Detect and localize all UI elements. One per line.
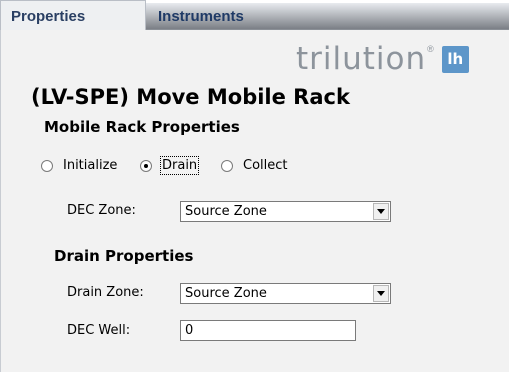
logo-registered-mark: ® <box>427 44 434 54</box>
page-title: (LV-SPE) Move Mobile Rack <box>31 85 350 109</box>
tab-properties[interactable]: Properties <box>0 0 146 30</box>
dec-zone-dropdown[interactable]: Source Zone <box>180 201 391 222</box>
dec-zone-label: DEC Zone: <box>67 203 136 218</box>
dec-well-label: DEC Well: <box>67 323 131 338</box>
radio-drain-label[interactable]: Drain <box>159 156 200 175</box>
radio-button-checked-icon[interactable] <box>140 159 152 172</box>
section-title-drain: Drain Properties <box>54 247 194 265</box>
chevron-down-icon[interactable] <box>373 203 389 220</box>
drain-zone-label: Drain Zone: <box>67 285 144 300</box>
radio-initialize-label[interactable]: Initialize <box>63 158 117 173</box>
radio-initialize[interactable]: Initialize <box>41 158 117 173</box>
radio-drain[interactable]: Drain <box>140 156 200 175</box>
tab-instruments-label: Instruments <box>158 7 244 25</box>
logo-text: trilution <box>296 41 427 77</box>
dec-zone-value: Source Zone <box>185 204 267 219</box>
section-title-mobile-rack: Mobile Rack Properties <box>44 118 240 136</box>
tab-properties-label: Properties <box>11 8 86 25</box>
chevron-down-icon[interactable] <box>373 285 389 302</box>
tab-instruments[interactable]: Instruments <box>134 3 509 30</box>
radio-button-icon[interactable] <box>41 159 53 172</box>
radio-button-icon[interactable] <box>221 159 233 172</box>
trilution-logo: trilution ® lh <box>296 41 469 77</box>
lh-logo-icon: lh <box>441 45 469 73</box>
radio-collect-label[interactable]: Collect <box>243 158 288 173</box>
drain-zone-value: Source Zone <box>185 286 267 301</box>
drain-zone-dropdown[interactable]: Source Zone <box>180 283 391 304</box>
radio-collect[interactable]: Collect <box>221 158 288 173</box>
dec-well-input[interactable]: 0 <box>180 320 356 341</box>
tab-strip: Properties Instruments <box>0 0 509 30</box>
